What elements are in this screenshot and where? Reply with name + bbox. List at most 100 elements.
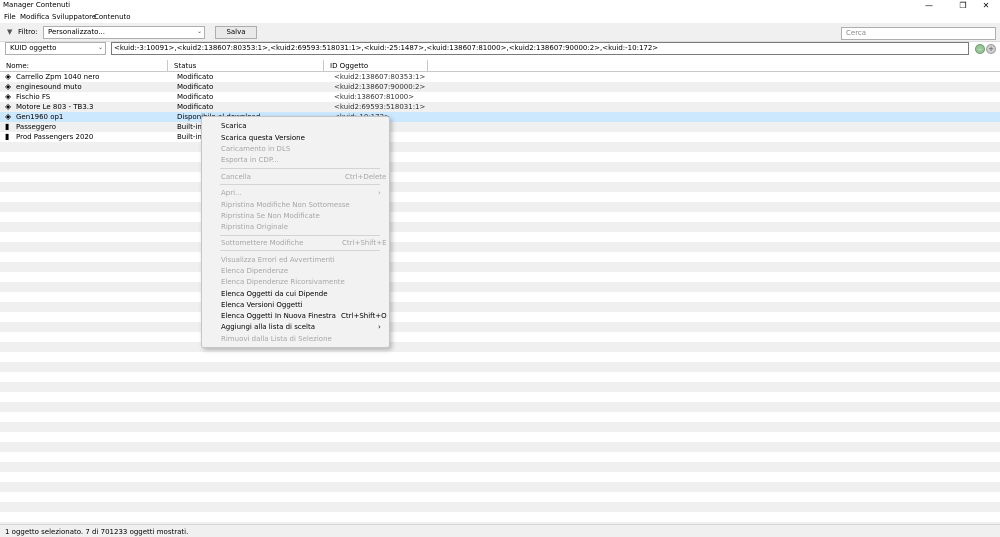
row-stripe <box>0 162 1000 172</box>
asset-icon: ◈ <box>5 72 12 81</box>
asset-icon: ◈ <box>5 82 12 91</box>
row-stripe <box>0 302 1000 312</box>
title-bar: Manager Contenuti — ❐ ✕ <box>0 0 1000 11</box>
menu-modifica[interactable]: Modifica <box>20 13 49 21</box>
chevron-down-icon: ⌄ <box>97 44 103 51</box>
menu-item-elenca-dipendenze[interactable]: Elenca Dipendenze <box>221 267 288 275</box>
menu-item-sottomettere[interactable]: Sottomettere Modifiche <box>221 239 303 247</box>
menu-item-nuova-finestra[interactable]: Elenca Oggetti In Nuova Finestra <box>221 312 336 320</box>
row-name: Carrello Zpm 1040 nero <box>16 73 100 81</box>
menu-item-ripristina-non-modificate[interactable]: Ripristina Se Non Modificate <box>221 212 320 220</box>
row-status: Modificato <box>177 73 214 81</box>
menu-item-esporta-cdp[interactable]: Esporta in CDP... <box>221 156 279 164</box>
menu-item-apri[interactable]: Apri... <box>221 189 242 197</box>
table-row[interactable]: ◈ Fischio FS Modificato <kuid:138607:810… <box>0 92 1000 102</box>
menu-item-scarica-versione[interactable]: Scarica questa Versione <box>221 134 305 142</box>
kuid-bar: KUID oggetto ⌄ <kuid:-3:10091>,<kuid2:13… <box>0 41 1000 55</box>
row-stripe <box>0 382 1000 392</box>
person-icon: ▮ <box>5 122 10 131</box>
shortcut-cancella: Ctrl+Delete <box>345 173 387 181</box>
menu-item-aggiungi-lista[interactable]: Aggiungi alla lista di scelta <box>221 323 315 331</box>
kuid-type-value: KUID oggetto <box>10 44 57 52</box>
menu-item-versioni-oggetti[interactable]: Elenca Versioni Oggetti <box>221 301 303 309</box>
column-divider[interactable] <box>167 60 168 71</box>
menu-item-cancella[interactable]: Cancella <box>221 173 251 181</box>
menu-item-oggetti-dipende[interactable]: Elenca Oggetti da cui Dipende <box>221 290 328 298</box>
kuid-type-dropdown[interactable]: KUID oggetto ⌄ <box>5 42 106 55</box>
row-stripe <box>0 462 1000 472</box>
list-header: Nome: Status ID Oggetto <box>0 60 1000 72</box>
column-divider[interactable] <box>427 60 428 71</box>
row-stripe <box>0 222 1000 232</box>
row-stripe <box>0 142 1000 152</box>
menu-separator <box>220 168 380 169</box>
menu-item-rimuovi-lista[interactable]: Rimuovi dalla Lista di Selezione <box>221 335 332 343</box>
menu-contenuto[interactable]: Contenuto <box>94 13 131 21</box>
menu-item-caricamento-dls[interactable]: Caricamento in DLS <box>221 145 290 153</box>
row-name: enginesound muto <box>16 83 82 91</box>
menu-item-ripristina-originale[interactable]: Ripristina Originale <box>221 223 288 231</box>
column-header-status[interactable]: Status <box>174 62 196 70</box>
close-icon[interactable]: ✕ <box>972 0 1000 11</box>
table-row[interactable]: ◈ enginesound muto Modificato <kuid2:138… <box>0 82 1000 92</box>
row-name: Fischio FS <box>16 93 51 101</box>
kuid-input-value: <kuid:-3:10091>,<kuid2:138607:80353:1>,<… <box>114 44 659 52</box>
chevron-right-icon: › <box>378 189 381 197</box>
menu-bar: File Modifica Sviluppatore Contenuto <box>0 11 1000 23</box>
row-stripe <box>0 322 1000 332</box>
row-name: Passeggero <box>16 123 56 131</box>
filter-dropdown-value: Personalizzato... <box>48 28 105 36</box>
filter-dropdown[interactable]: Personalizzato... ⌄ <box>43 26 205 39</box>
shortcut-nuova-finestra: Ctrl+Shift+O <box>341 312 387 320</box>
row-kuid: <kuid2:138607:90000:2> <box>334 83 426 91</box>
search-placeholder: Cerca <box>846 29 867 37</box>
asset-icon: ◈ <box>5 112 12 121</box>
menu-separator <box>220 184 380 185</box>
table-row[interactable]: ◈ Carrello Zpm 1040 nero Modificato <kui… <box>0 72 1000 82</box>
asset-list: ◈ Carrello Zpm 1040 nero Modificato <kui… <box>0 72 1000 524</box>
person-icon: ▮ <box>5 132 10 141</box>
window-title: Manager Contenuti <box>3 1 71 9</box>
menu-item-scarica[interactable]: Scarica <box>221 122 247 130</box>
status-text: 1 oggetto selezionato. 7 di 701233 ogget… <box>5 528 189 536</box>
row-name: Prod Passengers 2020 <box>16 133 94 141</box>
row-kuid: <kuid2:138607:80353:1> <box>334 73 426 81</box>
filter-label: Filtro: <box>18 28 38 36</box>
table-row[interactable]: ◈ Motore Le 803 - TB3.3 Modificato <kuid… <box>0 102 1000 112</box>
shortcut-sottomettere: Ctrl+Shift+E <box>342 239 387 247</box>
asset-icon: ◈ <box>5 92 12 101</box>
menu-item-dipendenze-ricorsive[interactable]: Elenca Dipendenze Ricorsivamente <box>221 278 345 286</box>
row-stripe <box>0 422 1000 432</box>
kuid-input[interactable]: <kuid:-3:10091>,<kuid2:138607:80353:1>,<… <box>111 42 969 55</box>
column-divider[interactable] <box>323 60 324 71</box>
menu-item-errori[interactable]: Visualizza Errori ed Avvertimenti <box>221 256 335 264</box>
chevron-down-icon: ⌄ <box>196 28 202 35</box>
row-stripe <box>0 242 1000 252</box>
row-status: Modificato <box>177 103 214 111</box>
table-row-selected[interactable]: ◈ Gen1960 op1 Disponibile al download <k… <box>0 112 1000 122</box>
row-status: Modificato <box>177 83 214 91</box>
table-row[interactable]: ▮ Passeggero Built-in <box>0 122 1000 132</box>
add-button[interactable]: + <box>986 44 996 54</box>
minimize-icon[interactable]: — <box>915 0 943 11</box>
menu-file[interactable]: File <box>4 13 16 21</box>
row-name: Gen1960 op1 <box>16 113 64 121</box>
row-stripe <box>0 182 1000 192</box>
save-button[interactable]: Salva <box>215 26 257 39</box>
column-header-id[interactable]: ID Oggetto <box>330 62 368 70</box>
menu-sviluppatore[interactable]: Sviluppatore <box>52 13 96 21</box>
table-row[interactable]: ▮ Prod Passengers 2020 Built-in <box>0 132 1000 142</box>
menu-separator <box>220 250 380 251</box>
go-button[interactable]: – <box>975 44 985 54</box>
row-status: Built-in <box>177 123 202 131</box>
menu-item-ripristina-modifiche[interactable]: Ripristina Modifiche Non Sottomesse <box>221 201 350 209</box>
row-stripe <box>0 342 1000 352</box>
column-header-name[interactable]: Nome: <box>6 62 29 70</box>
row-status: Built-in <box>177 133 202 141</box>
row-stripe <box>0 442 1000 452</box>
chevron-right-icon: › <box>378 323 381 331</box>
row-status: Modificato <box>177 93 214 101</box>
search-input[interactable]: Cerca <box>841 27 996 40</box>
filter-funnel-icon[interactable]: ▼ <box>7 28 12 36</box>
row-stripe <box>0 262 1000 272</box>
